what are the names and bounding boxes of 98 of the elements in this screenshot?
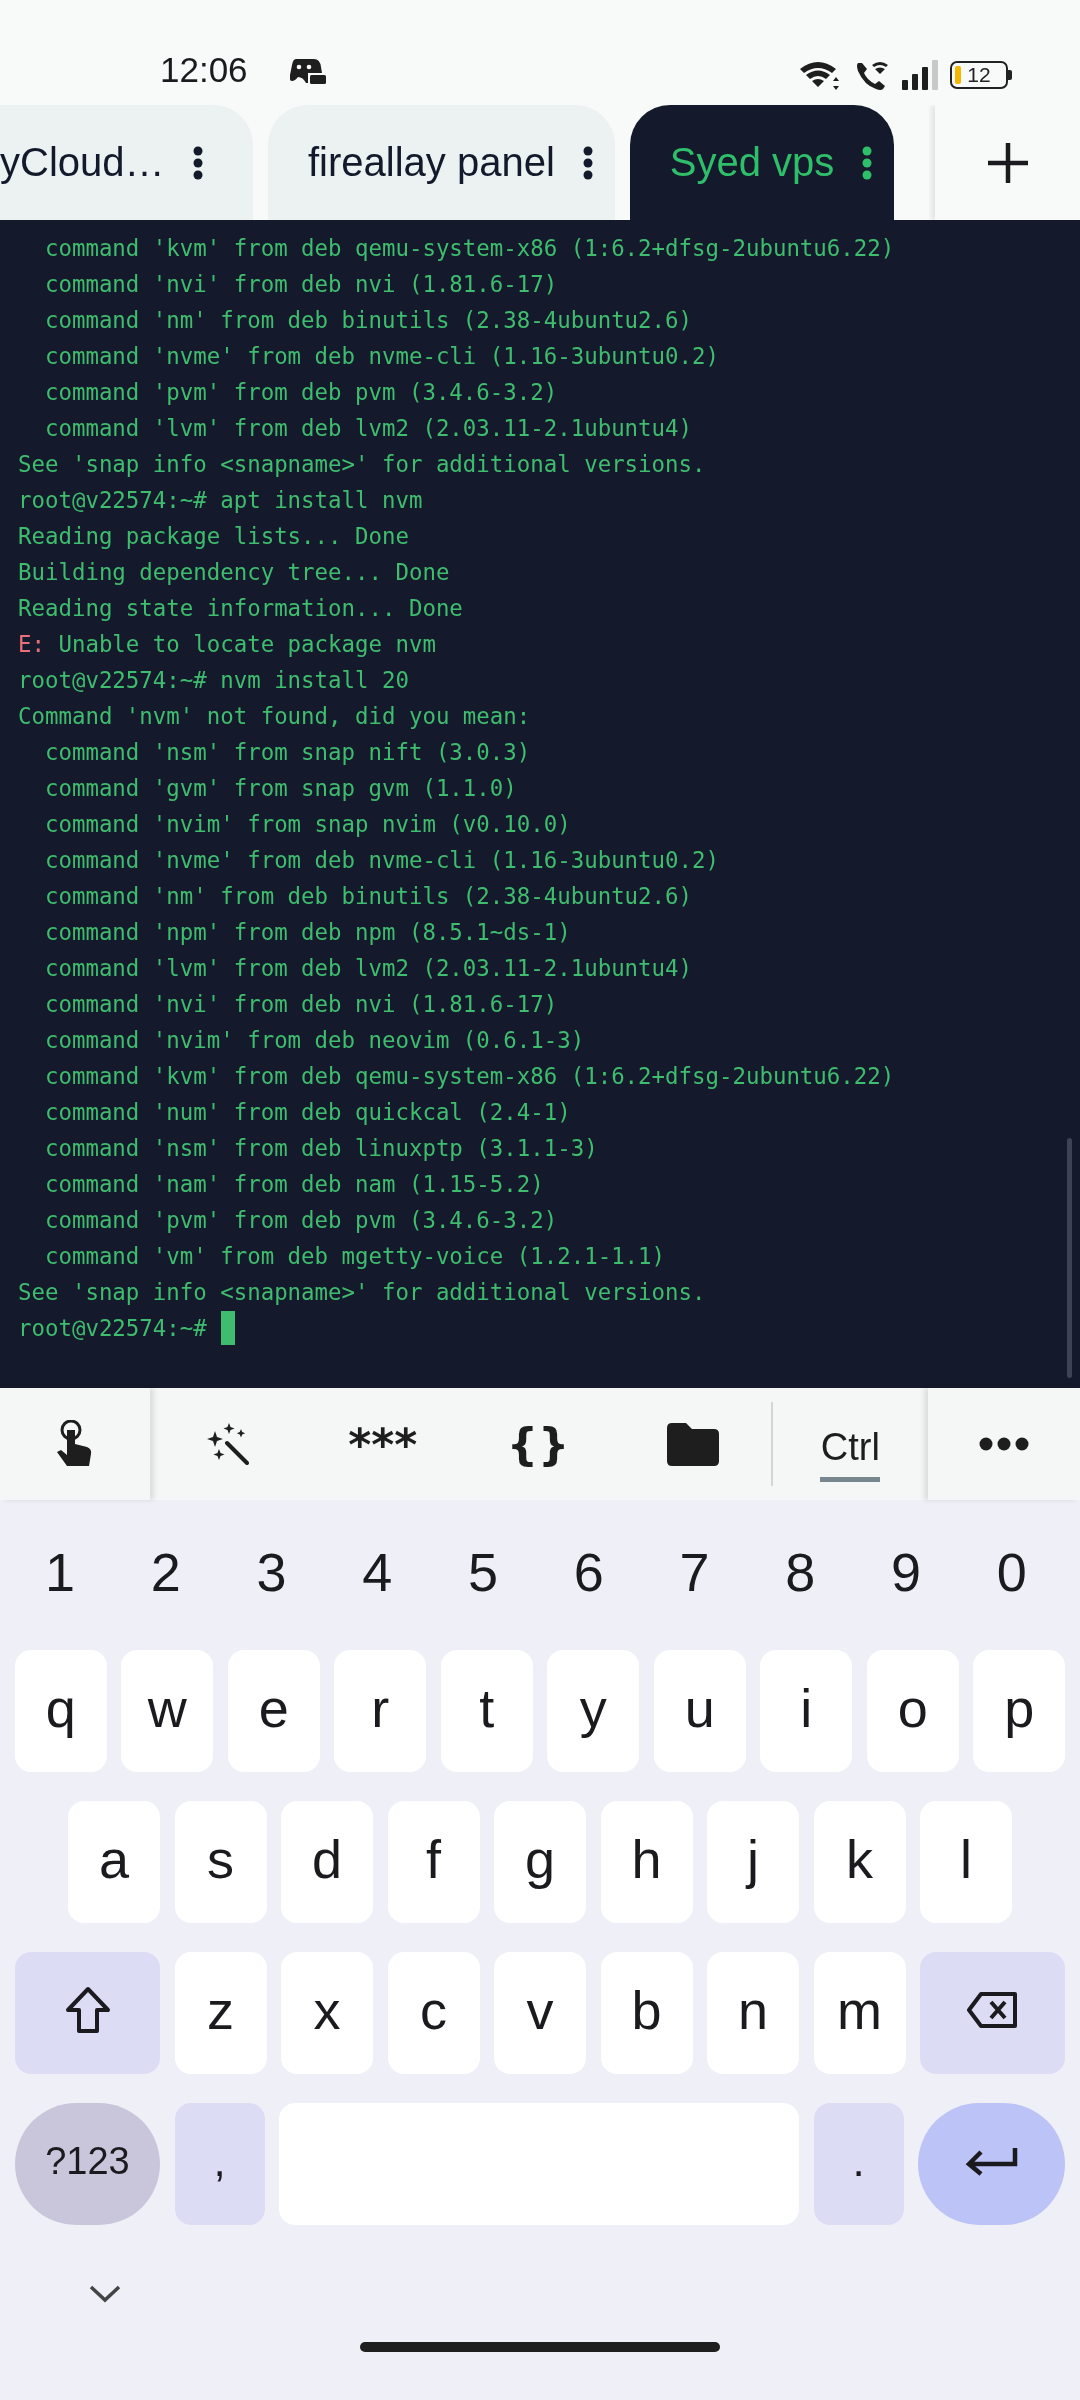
terminal-line: command 'nvi' from deb nvi (1.81.6-17) — [43, 270, 558, 299]
number-key[interactable]: 2 — [119, 1514, 212, 1636]
hide-keyboard-icon[interactable] — [88, 2284, 122, 2304]
terminal-line: root@v22574:~# apt install nvm — [18, 486, 423, 515]
terminal-line: command 'kvm' from deb qemu-system-x86 (1:6.2+dfsg-2ubuntu6.22) — [43, 234, 895, 263]
magic-wand-icon — [206, 1423, 249, 1465]
letter-key[interactable]: k — [813, 1801, 906, 1923]
number-key[interactable]: 4 — [331, 1514, 424, 1636]
terminal-line: command 'nsm' from snap nift (3.0.3) — [43, 738, 531, 767]
terminal-line: command 'vm' from deb mgetty-voice (1.2.1-1.1) — [43, 1242, 666, 1271]
terminal-line: root@v22574:~# nvm install 20 — [18, 666, 409, 695]
letter-key[interactable]: s — [174, 1801, 267, 1923]
symbol-key[interactable]: *** — [305, 1388, 461, 1500]
letter-key[interactable]: g — [494, 1801, 586, 1923]
terminal-line: command 'nvme' from deb nvme-cli (1.16-3ubuntu0.2) — [43, 342, 719, 371]
terminal-line: command 'kvm' from deb qemu-system-x86 (1:6.2+dfsg-2ubuntu6.22) — [43, 1062, 895, 1091]
terminal-line: root@v22574:~# — [18, 1314, 207, 1343]
terminal-line: command 'lvm' from deb lvm2 (2.03.11-2.1ubuntu4) — [43, 954, 692, 983]
number-key[interactable]: 6 — [542, 1514, 635, 1636]
letter-key[interactable]: d — [281, 1801, 373, 1923]
more-icon — [979, 1437, 1029, 1451]
terminal-line: Reading state information... Done — [18, 594, 463, 623]
letter-key[interactable]: j — [707, 1801, 799, 1923]
terminal-line: command 'nsm' from deb linuxptp (3.1.1-3) — [43, 1134, 598, 1163]
more-vertical-icon — [862, 145, 873, 180]
letter-key[interactable]: o — [866, 1650, 959, 1772]
terminal-line: command 'nm' from deb binutils (2.38-4ubuntu2.6) — [43, 306, 692, 335]
letter-key[interactable]: l — [920, 1801, 1012, 1923]
terminal-line: command 'gvm' from snap gvm (1.1.0) — [43, 774, 517, 803]
number-key[interactable]: 1 — [14, 1514, 106, 1636]
letter-key[interactable]: p — [973, 1650, 1066, 1772]
shift-icon — [64, 1986, 111, 2034]
terminal-line: command 'nam' from deb nam (1.15-5.2) — [43, 1170, 544, 1199]
terminal-line: command 'npm' from deb npm (8.5.1~ds-1) — [43, 918, 571, 947]
period-key[interactable]: . — [813, 2103, 904, 2225]
terminal-line: command 'pvm' from deb pvm (3.4.6-3.2) — [43, 378, 558, 407]
terminal-line: command 'pvm' from deb pvm (3.4.6-3.2) — [43, 1206, 558, 1235]
number-key[interactable]: 8 — [754, 1514, 847, 1636]
clock: 12:06 — [160, 49, 248, 91]
letter-key[interactable]: x — [281, 1952, 373, 2074]
letter-key[interactable]: t — [440, 1650, 533, 1772]
letter-key[interactable]: f — [387, 1801, 480, 1923]
session-tab[interactable]: fireallay panel — [268, 105, 615, 220]
number-key[interactable]: 3 — [225, 1514, 318, 1636]
session-tab[interactable]: Syed vps — [629, 105, 895, 220]
letter-key[interactable]: h — [600, 1801, 693, 1923]
gamepad-chat-icon — [289, 57, 326, 85]
letter-key[interactable]: b — [600, 1952, 693, 2074]
letter-key[interactable]: z — [174, 1952, 267, 2074]
terminal-line: command 'nvim' from snap nvim (v0.10.0) — [43, 810, 571, 839]
terminal-line: command 'num' from deb quickcal (2.4-1) — [43, 1098, 571, 1127]
terminal-line: Building dependency tree... Done — [18, 558, 450, 587]
letter-key[interactable]: e — [227, 1650, 320, 1772]
letter-key[interactable]: q — [14, 1650, 107, 1772]
terminal-line: command 'nvme' from deb nvme-cli (1.16-3ubuntu0.2) — [43, 846, 719, 875]
comma-key[interactable]: , — [174, 2103, 265, 2225]
terminal-line: See 'snap info <snapname>' for additional versions. — [18, 450, 706, 479]
enter-icon — [964, 2146, 1019, 2176]
number-key[interactable]: 9 — [860, 1514, 953, 1636]
letter-key[interactable]: y — [547, 1650, 640, 1772]
terminal-line: command 'nvi' from deb nvi (1.81.6-17) — [43, 990, 558, 1019]
symbol-key[interactable]: {} — [460, 1388, 616, 1500]
terminal-line: command 'lvm' from deb lvm2 (2.03.11-2.1ubuntu4) — [43, 414, 692, 443]
session-tab[interactable]: yCloud… — [0, 105, 253, 220]
signal-icon — [902, 60, 938, 90]
more-vertical-icon — [192, 145, 203, 180]
plus-icon — [985, 140, 1030, 185]
number-key[interactable]: 0 — [965, 1514, 1058, 1636]
letter-key[interactable]: w — [121, 1650, 214, 1772]
terminal-line: Reading package lists... Done — [18, 522, 409, 551]
symbols-key[interactable]: ?123 — [15, 2103, 160, 2225]
terminal-line: Command 'nvm' not found, did you mean: — [18, 702, 531, 731]
backspace-icon — [966, 1991, 1019, 2029]
battery-indicator: 12 — [950, 61, 1008, 89]
letter-key[interactable]: m — [813, 1952, 906, 2074]
number-key[interactable]: 5 — [437, 1514, 530, 1636]
shift-key[interactable] — [15, 1952, 160, 2074]
letter-key[interactable]: u — [653, 1650, 746, 1772]
wifi-icon — [798, 59, 842, 91]
terminal[interactable] — [0, 220, 1080, 1388]
letter-key[interactable]: n — [707, 1952, 799, 2074]
letter-key[interactable]: r — [334, 1650, 427, 1772]
home-handle[interactable] — [360, 2342, 720, 2352]
letter-key[interactable]: c — [387, 1952, 480, 2074]
terminal-line: command 'nm' from deb binutils (2.38-4ubuntu2.6) — [43, 882, 692, 911]
backspace-key[interactable] — [920, 1952, 1065, 2074]
ctrl-key[interactable]: Ctrl — [770, 1402, 928, 1486]
scrollbar[interactable] — [1067, 1138, 1072, 1378]
number-key[interactable]: 7 — [648, 1514, 741, 1636]
terminal-line: E: Unable to locate package nvm — [18, 630, 437, 659]
folder-icon — [667, 1422, 720, 1466]
letter-key[interactable]: a — [68, 1801, 160, 1923]
wifi-call-icon — [854, 59, 890, 91]
letter-key[interactable]: i — [760, 1650, 853, 1772]
terminal-line: See 'snap info <snapname>' for additional versions. — [18, 1278, 706, 1307]
more-vertical-icon — [582, 145, 593, 180]
letter-key[interactable]: v — [494, 1952, 586, 2074]
terminal-line: command 'nvim' from deb neovim (0.6.1-3) — [43, 1026, 585, 1055]
